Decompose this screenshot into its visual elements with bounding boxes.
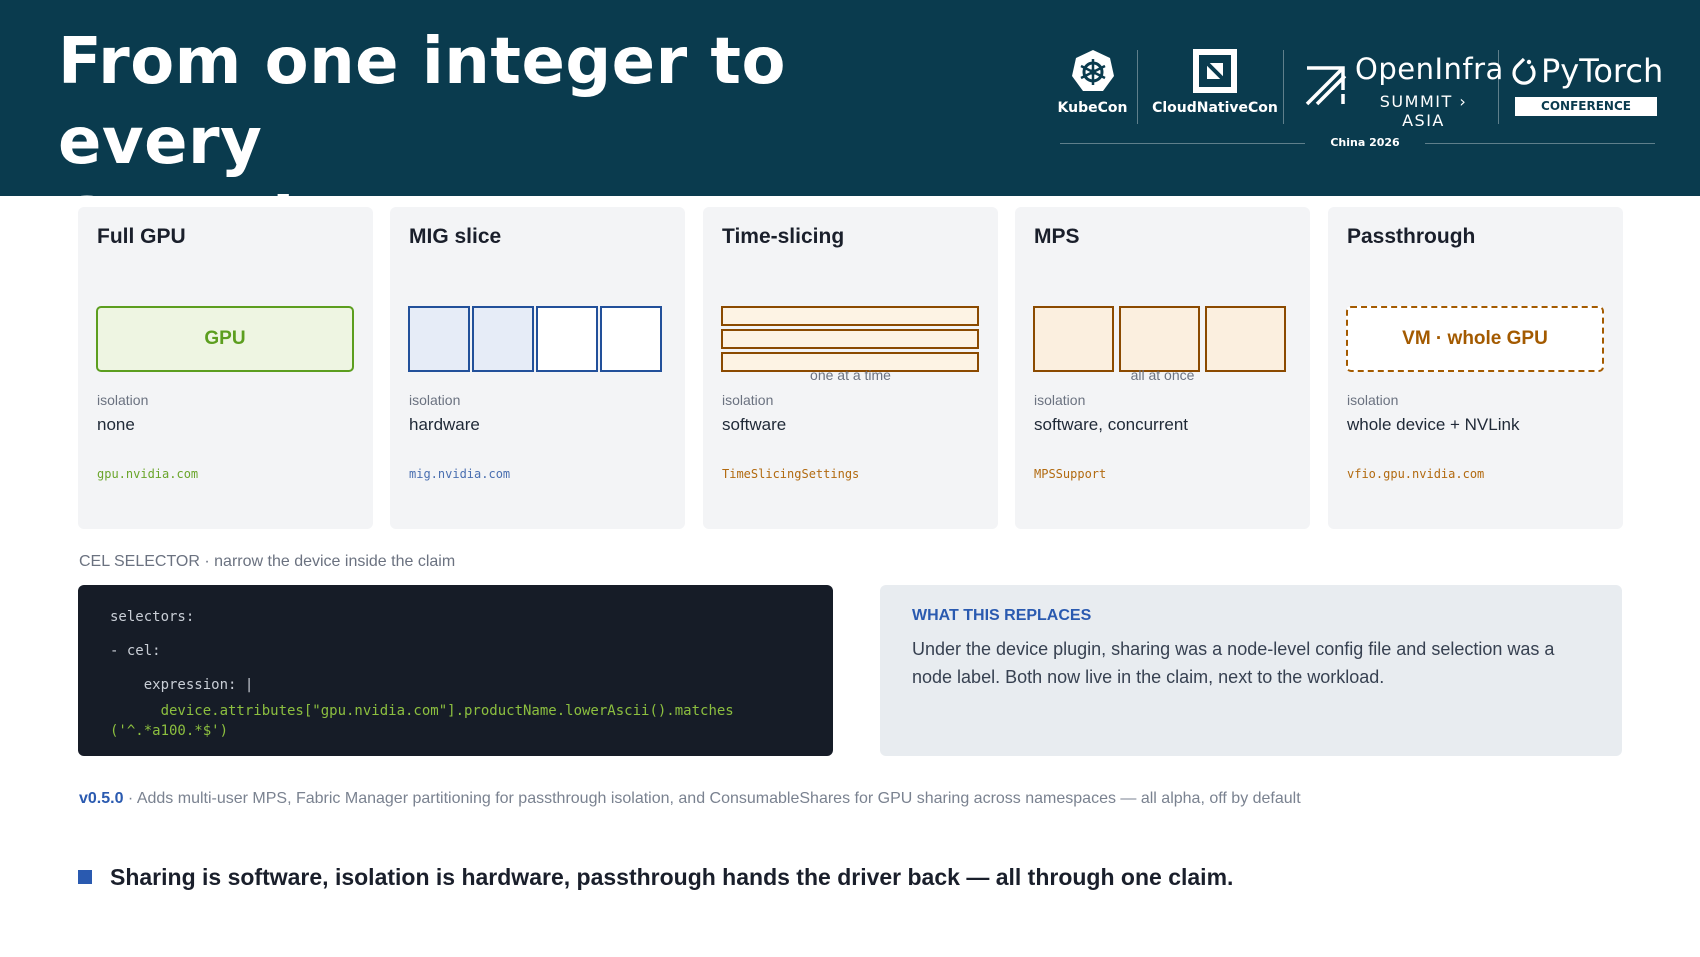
time-slice-bar <box>721 306 979 326</box>
openinfra-summit-label: SUMMIT › ASIA <box>1379 92 1468 130</box>
isolation-label: isolation <box>1347 392 1399 408</box>
code-line: - cel: <box>110 643 161 659</box>
mps-client <box>1205 306 1286 372</box>
cel-code-block: selectors: - cel: expression: | device.a… <box>78 585 833 756</box>
pytorch-wordmark: PyTorch <box>1541 52 1664 90</box>
pytorch-conference-badge: CONFERENCE <box>1515 97 1657 116</box>
takeaway: Sharing is software, isolation is hardwa… <box>78 864 1578 894</box>
card-full-gpu: Full GPU GPU isolation none gpu.nvidia.c… <box>78 207 373 529</box>
openinfra-wordmark: OpenInfra <box>1355 52 1504 86</box>
mps-client <box>1119 306 1200 372</box>
pytorch-flame-icon <box>1512 57 1536 85</box>
logo-divider <box>1283 50 1284 124</box>
diagram-caption: one at a time <box>810 367 891 383</box>
panel-title: WHAT THIS REPLACES <box>912 607 1092 624</box>
kubecon-label: KubeCon <box>1057 100 1128 116</box>
card-passthrough: Passthrough VM · whole GPU isolation who… <box>1328 207 1623 529</box>
isolation-value: hardware <box>409 415 480 434</box>
isolation-value: none <box>97 415 135 434</box>
mps-diagram <box>1033 299 1291 372</box>
isolation-value: software <box>722 415 787 434</box>
code-line: expression: | <box>110 677 254 693</box>
code-line: device.attributes["gpu.nvidia.com"].prod… <box>110 703 734 719</box>
bullet-square-icon <box>78 870 92 884</box>
driver-name: TimeSlicingSettings <box>722 467 860 481</box>
card-title: Time-slicing <box>722 225 845 248</box>
mig-slice-free <box>600 306 662 372</box>
card-title: Full GPU <box>97 225 186 248</box>
card-title: MIG slice <box>409 225 502 248</box>
code-line: selectors: <box>110 609 195 625</box>
version-tag: v0.5.0 <box>79 790 124 807</box>
time-slice-bar <box>721 329 979 349</box>
code-line: ('^.*a100.*$') <box>110 723 229 739</box>
mig-slice-used <box>472 306 534 372</box>
cloudnativecon-label: CloudNativeCon <box>1152 100 1278 116</box>
driver-name: mig.nvidia.com <box>409 467 511 481</box>
mps-client <box>1033 306 1114 372</box>
passthrough-diagram: VM · whole GPU <box>1346 299 1604 372</box>
driver-name: MPSSupport <box>1034 467 1107 481</box>
card-title: MPS <box>1034 225 1080 248</box>
isolation-value: whole device + NVLink <box>1347 415 1520 434</box>
isolation-label: isolation <box>1034 392 1086 408</box>
vm-block: VM · whole GPU <box>1346 306 1604 372</box>
event-location: China 2026 <box>1305 136 1425 149</box>
mig-slice-free <box>536 306 598 372</box>
panel-body: Under the device plugin, sharing was a n… <box>912 639 1555 687</box>
cloudnativecon-logo: CloudNativeCon <box>1145 40 1285 116</box>
logo-divider <box>1137 50 1138 124</box>
isolation-value: software, concurrent <box>1034 415 1189 434</box>
mig-slice-used <box>408 306 470 372</box>
isolation-label: isolation <box>722 392 774 408</box>
takeaway-text: Sharing is software, isolation is hardwa… <box>110 864 1234 890</box>
openinfra-arrow-icon <box>1305 66 1347 106</box>
gpu-block: GPU <box>96 306 354 372</box>
driver-name: gpu.nvidia.com <box>97 467 199 481</box>
diagram-caption: all at once <box>1130 367 1195 383</box>
isolation-label: isolation <box>97 392 149 408</box>
version-note: v0.5.0 · Adds multi-user MPS, Fabric Man… <box>79 790 1301 808</box>
version-text: · Adds multi-user MPS, Fabric Manager pa… <box>123 790 1301 807</box>
time-slicing-diagram <box>721 299 979 372</box>
logo-divider <box>1498 50 1499 124</box>
what-this-replaces-panel: WHAT THIS REPLACES Under the device plug… <box>880 585 1622 756</box>
card-time-slicing: Time-slicing one at a time isolation sof… <box>703 207 998 529</box>
card-mps: MPS all at once isolation software, conc… <box>1015 207 1310 529</box>
event-logos: KubeCon CloudNativeCon OpenInfra SUMMIT … <box>1055 40 1663 160</box>
slide-header: From one integer to every GPU shape Kube… <box>0 0 1700 259</box>
card-mig-slice: MIG slice isolation hardware mig.nvidia.… <box>390 207 685 529</box>
full-gpu-diagram: GPU <box>96 299 354 372</box>
cloudnative-square-icon <box>1193 49 1237 93</box>
title-line-1: From one integer to every <box>58 25 786 179</box>
isolation-label: isolation <box>409 392 461 408</box>
kubecon-logo: KubeCon <box>1055 40 1130 116</box>
driver-name: vfio.gpu.nvidia.com <box>1347 467 1485 481</box>
card-title: Passthrough <box>1347 225 1476 248</box>
cel-selector-caption: CEL SELECTOR · narrow the device inside … <box>79 553 456 570</box>
mig-slice-diagram <box>408 299 666 372</box>
kubernetes-wheel-icon <box>1071 50 1114 91</box>
